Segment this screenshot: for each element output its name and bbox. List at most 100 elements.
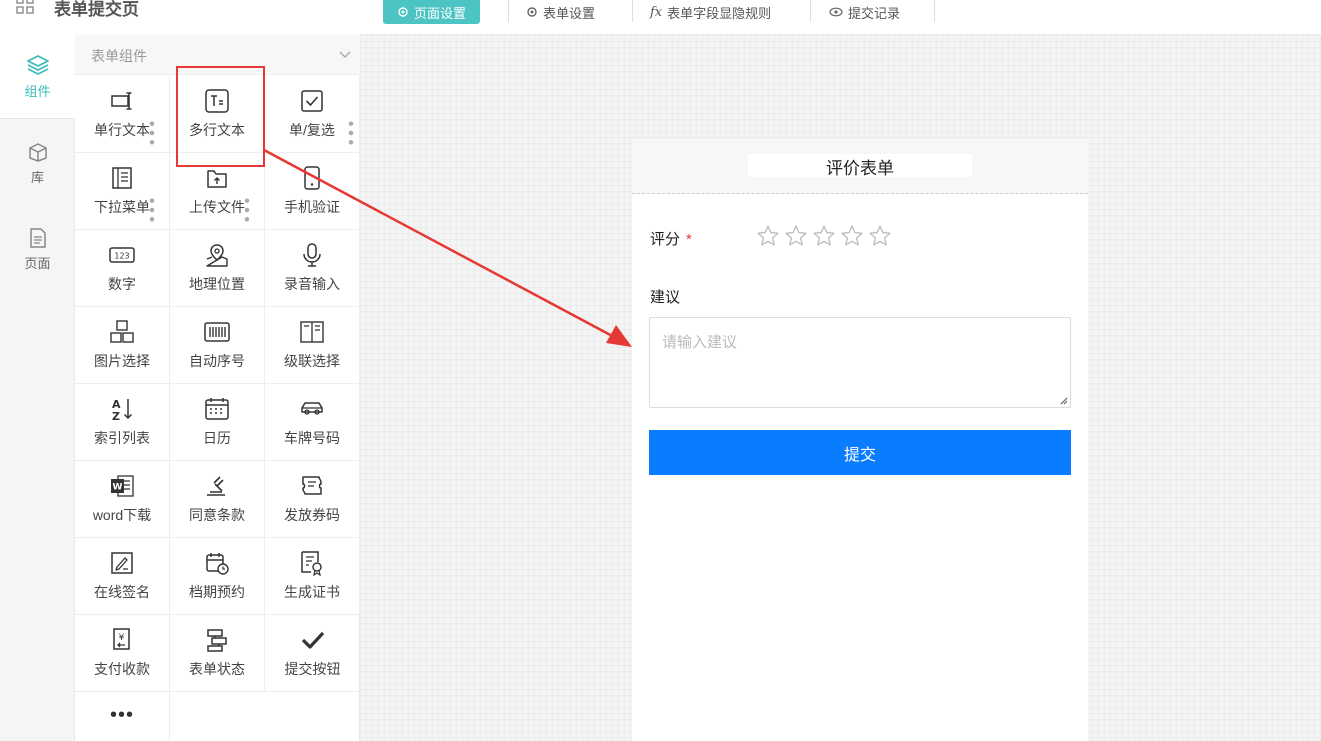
page-settings-button[interactable]: 页面设置: [383, 0, 481, 24]
form-settings-label: 表单设置: [543, 5, 596, 21]
component-checkbox[interactable]: 单/复选: [265, 76, 360, 153]
check-icon: [301, 631, 324, 649]
field-visibility-rules-button[interactable]: fx 表单字段显隐规则: [636, 0, 785, 24]
svg-text:¥: ¥: [119, 633, 125, 643]
app-header: 表单提交页: [0, 0, 360, 35]
submission-records-button[interactable]: 提交记录: [815, 0, 914, 24]
schedule-icon: [206, 553, 229, 575]
component-dropdown[interactable]: 下拉菜单: [75, 153, 170, 230]
star-icon[interactable]: [756, 224, 780, 248]
rating-label-text: 评分: [650, 231, 681, 248]
component-multi-line-text[interactable]: 多行文本: [170, 76, 265, 153]
component-calendar[interactable]: 日历: [170, 384, 265, 461]
more-components-button[interactable]: •••: [75, 689, 170, 741]
payment-icon: ¥: [113, 628, 130, 650]
word-icon: W: [111, 475, 134, 497]
rail-item-label: 页面: [24, 255, 51, 271]
document-icon: [29, 227, 46, 248]
rating-stars[interactable]: [756, 224, 892, 248]
required-star: *: [686, 231, 692, 248]
drag-handle-icon[interactable]: [139, 197, 165, 223]
drag-handle-icon[interactable]: [139, 120, 165, 146]
gear-icon: [527, 7, 537, 17]
component-upload-file[interactable]: 上传文件: [170, 153, 265, 230]
component-label: 录音输入: [284, 276, 340, 292]
component-label: 档期预约: [189, 584, 245, 600]
component-single-line-text[interactable]: 单行文本: [75, 76, 170, 153]
signature-icon: [111, 552, 133, 574]
svg-text:W: W: [113, 483, 123, 493]
component-agree-terms[interactable]: 同意条款: [170, 461, 265, 538]
form-preview-card: 评价表单 评分 * 建议 请输入建议 提交: [632, 139, 1088, 741]
component-issue-coupon[interactable]: 发放券码: [265, 461, 360, 538]
component-payment[interactable]: ¥ 支付收款: [75, 615, 170, 692]
component-cascade[interactable]: 级联选择: [265, 307, 360, 384]
component-license-plate[interactable]: 车牌号码: [265, 384, 360, 461]
toolbar-divider: [632, 0, 633, 22]
component-label: 图片选择: [94, 353, 150, 369]
svg-text:123: 123: [114, 252, 129, 261]
component-form-status[interactable]: 表单状态: [170, 615, 265, 692]
component-image-select[interactable]: 图片选择: [75, 307, 170, 384]
component-auto-number[interactable]: 自动序号: [170, 307, 265, 384]
component-certificate[interactable]: 生成证书: [265, 538, 360, 615]
component-submit-button[interactable]: 提交按钮: [265, 615, 360, 692]
star-icon[interactable]: [812, 224, 836, 248]
suggestion-field-label: 建议: [650, 289, 681, 306]
resize-grip-icon[interactable]: [1059, 396, 1068, 405]
component-label: 单/复选: [289, 122, 335, 138]
rail-item-library[interactable]: 库: [0, 121, 75, 205]
component-label: 车牌号码: [284, 430, 340, 446]
suggestion-textarea[interactable]: 请输入建议: [649, 317, 1071, 408]
form-header: 评价表单: [632, 139, 1088, 194]
component-number[interactable]: 123 数字: [75, 230, 170, 307]
component-index-list[interactable]: AZ 索引列表: [75, 384, 170, 461]
toolbar: 页面设置 表单设置 fx 表单字段显隐规则 提交记录: [360, 0, 1321, 35]
component-schedule[interactable]: 档期预约: [170, 538, 265, 615]
checkbox-icon: [301, 90, 323, 112]
barcode-icon: [204, 322, 230, 342]
component-voice-input[interactable]: 录音输入: [265, 230, 360, 307]
submit-button[interactable]: 提交: [649, 430, 1071, 475]
component-signature[interactable]: 在线签名: [75, 538, 170, 615]
toolbar-divider: [810, 0, 811, 22]
phone-icon: [304, 166, 320, 190]
number-icon: 123: [109, 247, 135, 263]
star-icon[interactable]: [840, 224, 864, 248]
component-label: 地理位置: [189, 276, 245, 292]
field-visibility-rules-label: 表单字段显隐规则: [667, 5, 772, 21]
rail-item-components[interactable]: 组件: [0, 35, 75, 119]
panel-header[interactable]: 表单组件: [75, 35, 360, 75]
drag-handle-icon[interactable]: [234, 197, 260, 223]
sort-az-icon: AZ: [112, 398, 133, 422]
panel-header-label: 表单组件: [91, 48, 147, 64]
toolbar-divider: [508, 0, 509, 22]
car-icon: [301, 402, 323, 415]
rail-item-pages[interactable]: 页面: [0, 207, 75, 291]
star-icon[interactable]: [784, 224, 808, 248]
component-phone-verify[interactable]: 手机验证: [265, 153, 360, 230]
component-label: 同意条款: [189, 507, 245, 523]
component-label: 数字: [108, 276, 136, 292]
component-label: 自动序号: [189, 353, 245, 369]
gear-icon: [398, 7, 408, 17]
dropdown-icon: [112, 167, 132, 189]
page-settings-label: 页面设置: [414, 5, 467, 21]
grid-icon[interactable]: [16, 0, 34, 14]
star-icon[interactable]: [868, 224, 892, 248]
component-label: 索引列表: [94, 430, 150, 446]
component-word-download[interactable]: W word下载: [75, 461, 170, 538]
form-settings-button[interactable]: 表单设置: [512, 0, 609, 24]
component-label: 生成证书: [284, 584, 340, 600]
chevron-down-icon[interactable]: [338, 47, 352, 61]
left-rail: 组件 库 页面: [0, 35, 75, 741]
multi-line-text-icon: [205, 89, 229, 113]
component-label: 手机验证: [284, 199, 340, 215]
form-title[interactable]: 评价表单: [748, 154, 972, 179]
cascade-icon: [300, 321, 324, 343]
single-line-text-icon: [111, 92, 132, 110]
component-label: word下载: [92, 507, 152, 523]
component-location[interactable]: 地理位置: [170, 230, 265, 307]
component-label: 日历: [203, 430, 231, 446]
form-status-icon: [207, 629, 227, 652]
